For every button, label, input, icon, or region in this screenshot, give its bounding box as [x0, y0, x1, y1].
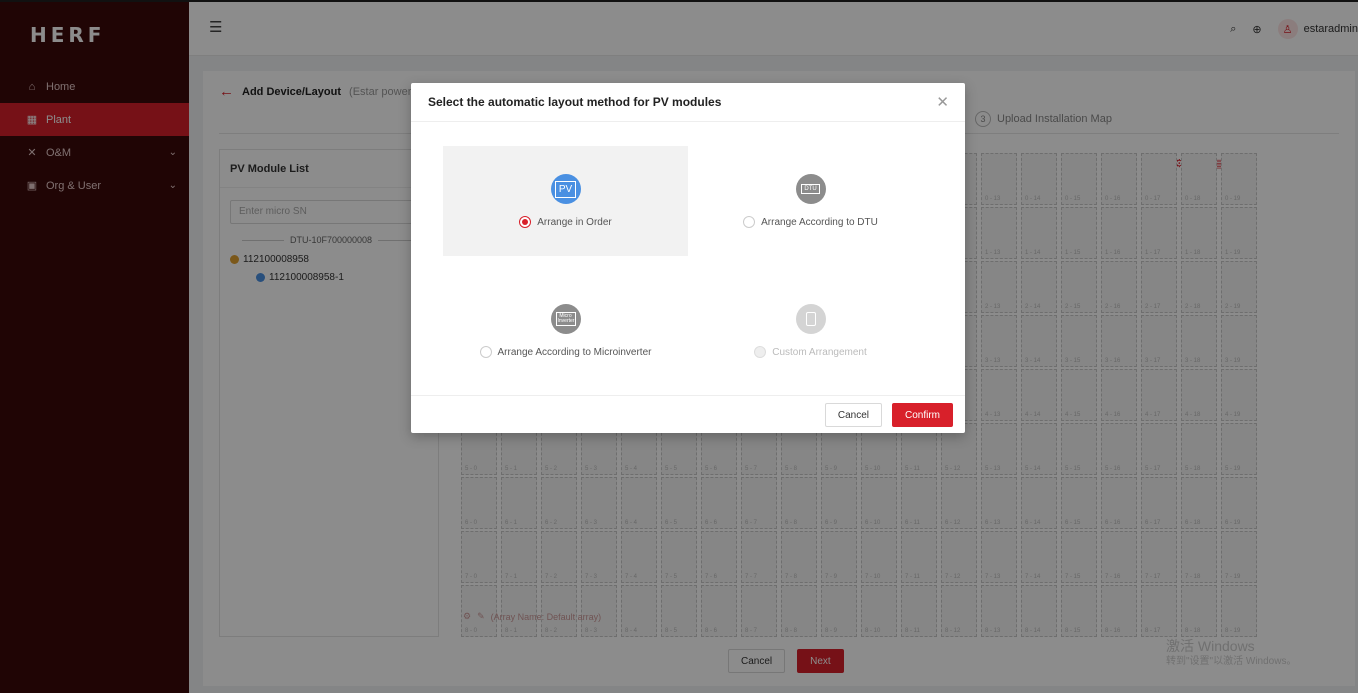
- radio-arrange-by-microinverter[interactable]: [479, 346, 492, 358]
- radio-arrange-by-dtu[interactable]: [743, 216, 756, 228]
- radio-arrange-in-order[interactable]: [519, 216, 532, 228]
- option-arrange-in-order[interactable]: PV Arrange in Order: [443, 146, 688, 256]
- close-icon[interactable]: ✕: [936, 93, 949, 111]
- option-label: Custom Arrangement: [772, 346, 867, 358]
- microinverter-icon: Micro Inverter: [550, 304, 581, 334]
- option-label-row: Arrange According to Microinverter: [479, 346, 652, 358]
- option-custom-arrangement: Custom Arrangement: [688, 276, 933, 386]
- modal-confirm-button[interactable]: Confirm: [891, 403, 953, 427]
- modal-title: Select the automatic layout method for P…: [411, 83, 965, 122]
- custom-arrangement-icon: [795, 304, 826, 334]
- option-label-row: Arrange in Order: [519, 216, 612, 228]
- option-arrange-by-dtu[interactable]: DTU Arrange According to DTU: [688, 146, 933, 256]
- radio-custom-arrangement: [754, 346, 767, 358]
- layout-method-modal: Select the automatic layout method for P…: [411, 83, 965, 433]
- panel-shape: [805, 312, 816, 326]
- pv-icon-text: PV: [554, 180, 577, 198]
- top-border: [0, 0, 1358, 2]
- option-label-row: Custom Arrangement: [754, 346, 867, 358]
- modal-cancel-button[interactable]: Cancel: [824, 403, 882, 427]
- option-label: Arrange According to DTU: [761, 216, 878, 228]
- microinverter-icon-text: Micro Inverter: [555, 312, 576, 326]
- dtu-icon-text: DTU: [801, 184, 820, 194]
- option-arrange-by-microinverter[interactable]: Micro Inverter Arrange According to Micr…: [443, 276, 688, 386]
- option-label: Arrange According to Microinverter: [497, 346, 652, 358]
- dtu-icon: DTU: [795, 174, 826, 204]
- option-label: Arrange in Order: [537, 216, 612, 228]
- modal-footer: Cancel Confirm: [411, 395, 965, 433]
- pv-icon: PV: [550, 174, 581, 204]
- option-label-row: Arrange According to DTU: [743, 216, 878, 228]
